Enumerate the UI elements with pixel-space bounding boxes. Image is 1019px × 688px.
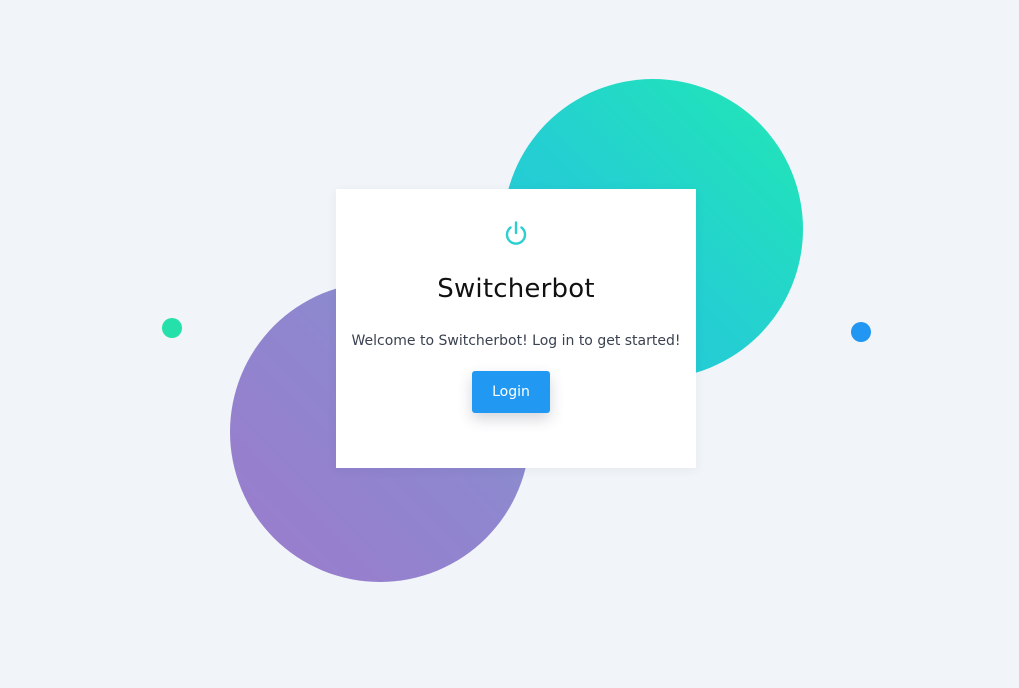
login-page: Switcherbot Welcome to Switcherbot! Log … bbox=[0, 0, 1019, 688]
login-card: Switcherbot Welcome to Switcherbot! Log … bbox=[336, 189, 696, 468]
decorative-green-dot bbox=[162, 318, 182, 338]
app-title: Switcherbot bbox=[437, 274, 595, 304]
decorative-blue-dot bbox=[851, 322, 871, 342]
login-button[interactable]: Login bbox=[472, 371, 550, 413]
power-icon bbox=[505, 221, 527, 245]
welcome-message: Welcome to Switcherbot! Log in to get st… bbox=[351, 333, 681, 349]
